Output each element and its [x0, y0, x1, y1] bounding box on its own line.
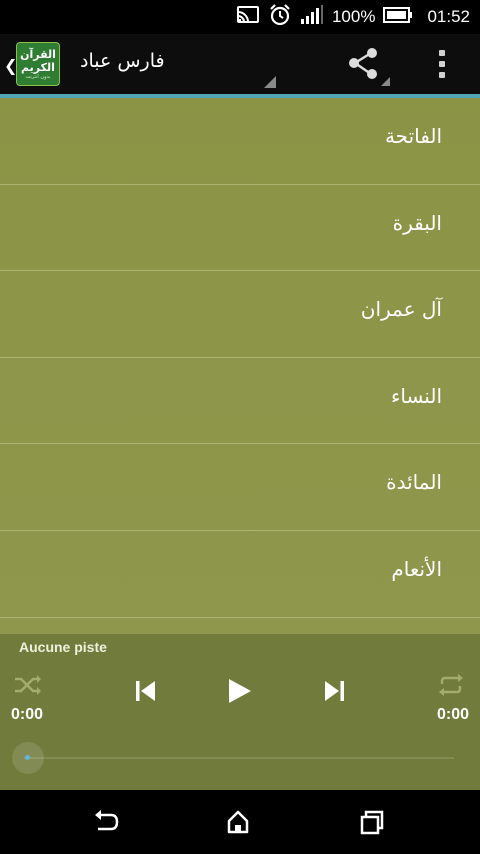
previous-icon — [136, 681, 155, 701]
app-logo[interactable]: القرآن الكريم بدون انترنت — [16, 42, 60, 86]
navigation-bar — [0, 790, 480, 854]
shuffle-icon — [15, 675, 41, 695]
recents-icon — [360, 810, 384, 835]
repeat-icon — [439, 674, 463, 696]
surah-list-item[interactable]: البقرة — [0, 185, 480, 272]
seek-dot — [25, 755, 30, 760]
surah-list-item[interactable]: المائدة — [0, 444, 480, 531]
overflow-dot — [439, 50, 445, 56]
previous-button[interactable] — [132, 678, 160, 708]
nav-home-button[interactable] — [220, 804, 260, 840]
surah-list[interactable]: الفاتحة البقرة آل عمران النساء المائدة ا… — [0, 98, 480, 634]
alarm-icon — [268, 3, 292, 31]
reciter-spinner[interactable]: فارس عباد — [78, 34, 278, 94]
seek-thumb[interactable] — [12, 742, 44, 774]
battery-percent: 100% — [331, 7, 376, 26]
surah-name: الأنعام — [391, 556, 442, 581]
total-duration: 0:00 — [436, 706, 469, 723]
audio-player: Aucune piste 0:00 0:00 — [0, 634, 480, 790]
track-label: Aucune piste — [19, 639, 107, 655]
seek-bar[interactable] — [24, 757, 454, 759]
overflow-dot — [439, 61, 445, 67]
reciter-title: فارس عباد — [80, 50, 165, 72]
surah-name: المائدة — [386, 470, 442, 495]
overflow-menu-button[interactable] — [426, 42, 458, 86]
nav-recents-button[interactable] — [354, 804, 394, 840]
battery-icon — [383, 7, 413, 27]
surah-name: آل عمران — [360, 297, 442, 322]
surah-name: الفاتحة — [384, 124, 442, 148]
elapsed-time: 0:00 — [11, 706, 44, 723]
share-icon — [349, 48, 377, 79]
surah-name: البقرة — [392, 210, 442, 235]
signal-icon — [300, 5, 324, 29]
status-icons: 100% 01:52 — [236, 0, 470, 34]
surah-list-item[interactable]: آل عمران — [0, 271, 480, 358]
back-icon — [95, 810, 119, 831]
share-dropdown-indicator-icon — [381, 77, 390, 86]
logo-line-1: القرآن — [20, 47, 56, 61]
surah-name: النساء — [390, 383, 442, 408]
action-bar: ❮ القرآن الكريم بدون انترنت فارس عباد — [0, 34, 480, 94]
cast-icon — [236, 5, 260, 29]
share-button[interactable] — [340, 42, 392, 86]
logo-line-3: بدون انترنت — [25, 73, 51, 80]
surah-list-item[interactable]: الأنعام — [0, 531, 480, 618]
spinner-indicator-icon — [264, 76, 276, 88]
logo-line-2: الكريم — [21, 60, 55, 74]
next-icon — [325, 681, 344, 701]
play-button[interactable] — [224, 676, 254, 710]
next-button[interactable] — [320, 678, 348, 708]
clock: 01:52 — [427, 7, 470, 26]
surah-list-item[interactable]: النساء — [0, 358, 480, 445]
play-icon — [229, 679, 251, 703]
status-bar: 100% 01:52 — [0, 0, 480, 34]
nav-back-button[interactable] — [88, 804, 128, 840]
home-icon — [227, 810, 249, 834]
overflow-dot — [439, 72, 445, 78]
repeat-button[interactable] — [436, 672, 466, 702]
shuffle-button[interactable] — [12, 672, 44, 702]
surah-list-item[interactable]: الفاتحة — [0, 98, 480, 185]
